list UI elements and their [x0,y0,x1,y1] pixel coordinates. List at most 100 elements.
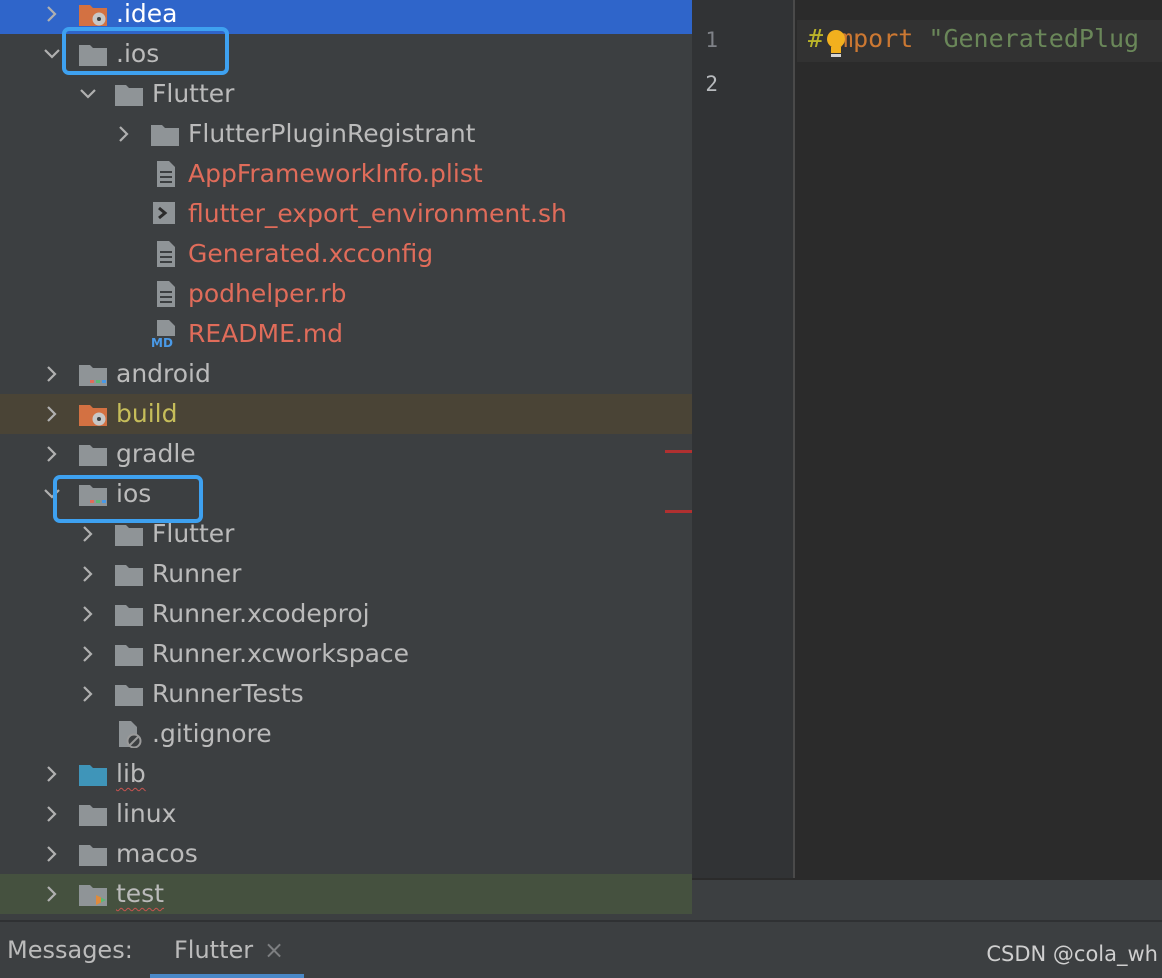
ignored-file-icon [114,720,144,749]
module-folder-icon [78,360,108,388]
file-icon [150,280,180,308]
tree-row-label: README.md [188,319,344,348]
module-folder-icon [78,480,108,508]
tree-row[interactable]: .gitignore [0,714,692,754]
folder-icon [114,560,144,588]
tab-label: Flutter [174,936,254,964]
chevron-right-icon[interactable] [40,402,64,426]
chevron-down-icon[interactable] [40,482,64,506]
tree-row-label: test [116,879,165,908]
svg-text:MD: MD [151,336,173,348]
chevron-down-icon[interactable] [76,82,100,106]
chevron-right-icon[interactable] [76,602,100,626]
chevron-right-icon[interactable] [76,562,100,586]
tree-row[interactable]: .ios [0,34,692,74]
tree-row-label: gradle [116,439,196,468]
tree-row[interactable]: Flutter [0,74,692,114]
tree-row-label: ios [116,479,152,508]
tree-row-label: Runner.xcodeproj [152,599,370,628]
folder-icon [114,520,144,548]
folder-icon [114,640,144,668]
chevron-right-icon[interactable] [40,882,64,906]
tree-row[interactable]: gradle [0,434,692,474]
chevron-right-icon[interactable] [40,762,64,786]
tree-row[interactable]: AppFrameworkInfo.plist [0,154,692,194]
tree-row-label: Runner [152,559,242,588]
chevron-right-icon[interactable] [76,682,100,706]
chevron-right-icon[interactable] [40,2,64,26]
tree-row[interactable]: MD README.md [0,314,692,354]
chevron-right-icon[interactable] [112,122,136,146]
tree-row[interactable]: ios [0,474,692,514]
tree-row[interactable]: Runner [0,554,692,594]
chevron-right-icon[interactable] [40,802,64,826]
code-line-1[interactable]: # mport "GeneratedPlug [808,24,1139,53]
tree-row[interactable]: lib [0,754,692,794]
tree-row[interactable]: Generated.xcconfig [0,234,692,274]
chevron-right-icon[interactable] [76,642,100,666]
folder-icon [114,80,144,108]
folder-icon [150,120,180,148]
chevron-right-icon[interactable] [40,842,64,866]
tree-row[interactable]: FlutterPluginRegistrant [0,114,692,154]
tree-row-label: FlutterPluginRegistrant [188,119,476,148]
chevron-down-icon[interactable] [40,42,64,66]
tree-row[interactable]: build [0,394,692,434]
tree-row-label: lib [116,759,146,788]
close-icon[interactable]: × [264,936,284,964]
lightbulb-icon[interactable] [825,28,847,60]
tree-row[interactable]: Runner.xcworkspace [0,634,692,674]
markdown-file-icon: MD [150,320,180,350]
test-folder-icon [78,880,108,908]
tree-row-label: Flutter [152,519,235,548]
tree-row[interactable]: flutter_export_environment.sh [0,194,692,234]
source-folder-icon [78,760,108,788]
tab-flutter[interactable]: Flutter × [150,922,304,978]
chevron-right-icon[interactable] [76,522,100,546]
tree-row-label: podhelper.rb [188,279,347,308]
active-tab-indicator [150,974,304,978]
chevron-right-icon[interactable] [40,362,64,386]
project-tree-panel[interactable]: .idea .ios Flutter FlutterPluginRegistrant A… [0,0,692,920]
tree-row[interactable]: macos [0,834,692,874]
messages-label: Messages: [7,936,133,964]
folder-excluded-icon [78,0,108,28]
tree-row-label: .ios [116,39,160,68]
code-editor[interactable]: 1 2 # mport "GeneratedPlug [692,0,1162,878]
tree-row-label: Flutter [152,79,235,108]
folder-icon [78,800,108,828]
tree-row[interactable]: Flutter [0,514,692,554]
tree-row-label: macos [116,839,198,868]
tree-row-label: Generated.xcconfig [188,239,434,268]
folder-icon [114,680,144,708]
tree-row[interactable]: .idea [0,0,692,34]
file-icon [150,160,180,188]
folder-icon [78,40,108,68]
tree-row-label: AppFrameworkInfo.plist [188,159,483,188]
error-stripe-mark [665,510,692,513]
line-number: 2 [705,72,718,96]
chevron-right-icon[interactable] [40,442,64,466]
file-icon [150,240,180,268]
tree-row[interactable]: RunnerTests [0,674,692,714]
tree-row[interactable]: android [0,354,692,394]
tree-row-label: flutter_export_environment.sh [188,199,567,228]
tree-row[interactable]: test [0,874,692,914]
line-number: 1 [705,28,718,52]
watermark: CSDN @cola_wh [986,942,1158,966]
folder-icon [78,440,108,468]
tree-row-label: .idea [116,0,178,28]
tree-row[interactable]: linux [0,794,692,834]
bottom-tool-window-bar: Messages: Flutter × CSDN @cola_wh [0,920,1162,978]
code-string: "GeneratedPlug [928,24,1140,53]
tree-row-label: .gitignore [152,719,272,748]
folder-icon [114,600,144,628]
tree-row-label: linux [116,799,177,828]
tree-row[interactable]: podhelper.rb [0,274,692,314]
tree-row-label: android [116,359,211,388]
tree-row[interactable]: Runner.xcodeproj [0,594,692,634]
error-stripe-mark [665,450,692,453]
tree-row-label: RunnerTests [152,679,304,708]
tree-row-label: Runner.xcworkspace [152,639,410,668]
editor-gutter: 1 2 [692,0,795,878]
